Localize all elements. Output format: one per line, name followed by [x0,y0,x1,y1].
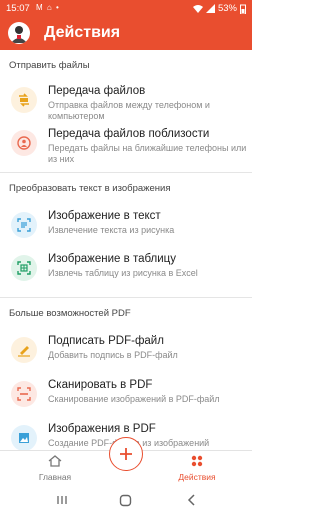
avatar[interactable] [8,22,30,44]
sign-pdf-icon [11,337,37,363]
status-bar: 15:07 M ⌂ • 53% [0,0,252,17]
action-nearby-share[interactable]: Передача файлов поблизости Передать файл… [0,124,252,164]
status-right: 53% [192,3,246,14]
action-subtitle: Отправка файлов между телефоном и компью… [48,100,210,121]
divider [0,172,252,173]
image-to-table-icon [11,255,37,281]
action-subtitle: Извлечь таблицу из рисунка в Excel [48,268,198,278]
action-sign-pdf[interactable]: Подписать PDF-файл Добавить подпись в PD… [0,331,252,371]
notification-icons: M ⌂ • [36,3,60,12]
page-title: Действия [44,24,121,41]
action-title: Сканировать в PDF [48,379,153,391]
create-button[interactable] [109,437,143,471]
action-file-transfer[interactable]: Передача файлов Отправка файлов между те… [0,81,252,121]
bottom-nav: Главная Действия [0,437,252,489]
nav-actions-label: Действия [178,472,216,482]
nav-actions[interactable]: Действия [162,455,232,482]
section-header-send: Отправить файлы [9,60,90,71]
system-nav-bar [0,489,252,516]
action-title: Изображения в PDF [48,423,156,435]
action-subtitle: Передать файлы на ближайшие телефоны или… [48,143,247,164]
app-bar: Действия [0,17,252,50]
image-to-text-icon [11,212,37,238]
nav-home[interactable]: Главная [20,455,90,482]
scan-pdf-icon [11,381,37,407]
action-title: Подписать PDF-файл [48,335,164,347]
section-header-pdf: Больше возможностей PDF [9,308,131,319]
images-to-pdf-icon [11,425,37,450]
action-title: Передача файлов поблизости [48,128,210,140]
file-transfer-icon [11,87,37,113]
action-scan-pdf[interactable]: Сканировать в PDF Сканирование изображен… [0,375,252,415]
divider [0,297,252,298]
action-title: Изображение в текст [48,210,161,222]
action-subtitle: Создание PDF-файла из изображений [48,438,210,448]
back-icon[interactable] [186,494,198,506]
action-subtitle: Сканирование изображений в PDF-файл [48,394,220,404]
recent-apps-icon[interactable] [56,494,68,506]
battery-icon [240,4,246,14]
action-subtitle: Добавить подпись в PDF-файл [48,350,178,360]
battery-percent: 53% [217,3,237,14]
wifi-icon [192,5,203,13]
action-title: Изображение в таблицу [48,253,177,265]
action-title: Передача файлов [48,85,146,97]
section-header-convert: Преобразовать текст в изображения [9,183,171,194]
home-button-icon[interactable] [119,494,132,507]
action-image-to-table[interactable]: Изображение в таблицу Извлечь таблицу из… [0,249,252,289]
signal-icon [205,4,215,13]
status-time: 15:07 [6,3,30,14]
nav-home-label: Главная [38,472,72,482]
nearby-share-icon [11,130,37,156]
action-subtitle: Извлечение текста из рисунка [48,225,175,235]
plus-icon [120,448,132,460]
home-icon [48,455,62,467]
actions-grid-icon [191,455,203,467]
action-image-to-text[interactable]: Изображение в текст Извлечение текста из… [0,206,252,246]
actions-list: Отправить файлы Передача файлов Отправка… [0,50,252,450]
avatar-icon [11,26,27,43]
